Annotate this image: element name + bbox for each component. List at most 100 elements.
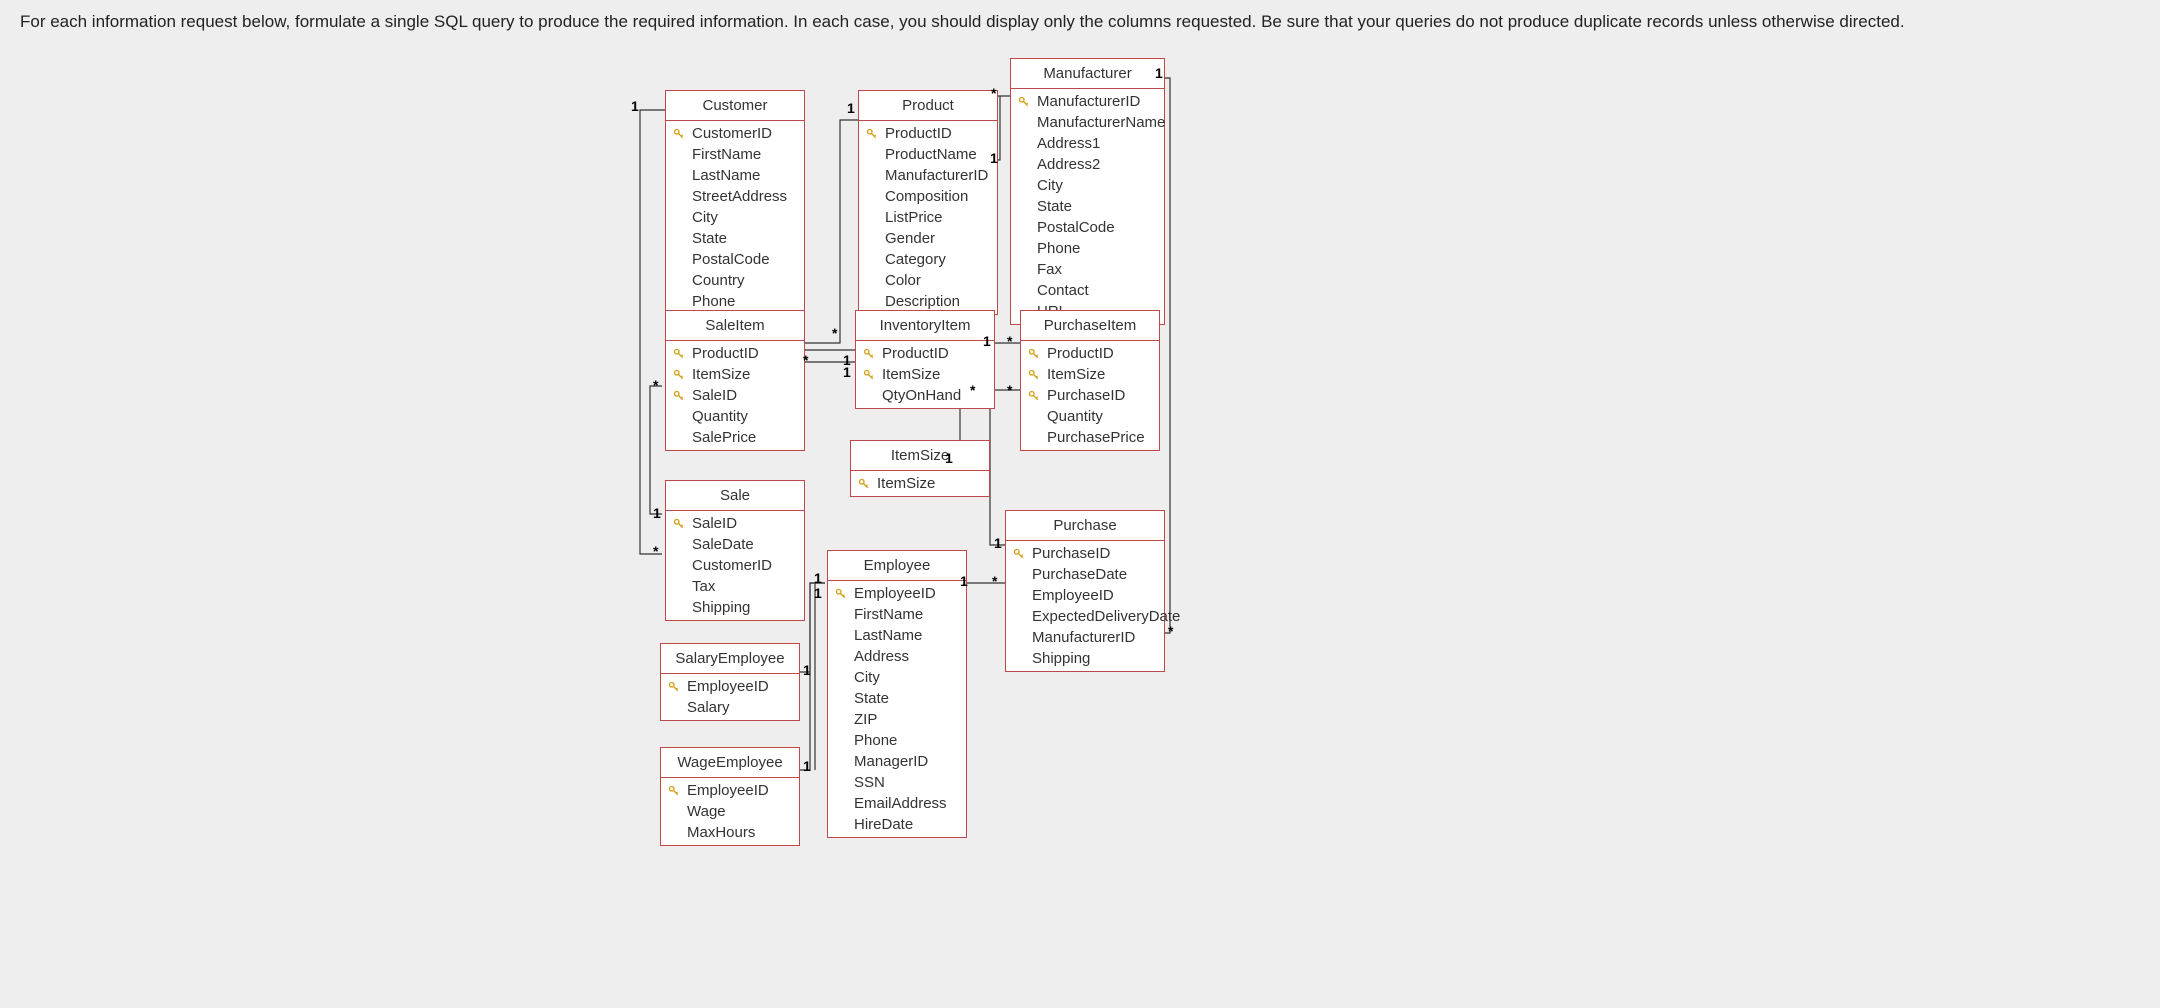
field-row: Quantity [666, 406, 804, 427]
field-name: SaleDate [692, 536, 754, 553]
field-name: EmployeeID [854, 585, 936, 602]
field-name: ProductID [882, 345, 949, 362]
field-row: Salary [661, 697, 799, 718]
field-name: PurchaseID [1032, 545, 1110, 562]
field-name: FirstName [692, 146, 761, 163]
field-name: Phone [1037, 240, 1080, 257]
entity-customer: Customer CustomerIDFirstNameLastNameStre… [665, 90, 805, 315]
field-name: CustomerID [692, 125, 772, 142]
field-name: Address2 [1037, 156, 1100, 173]
cardinality-one: 1 [945, 450, 953, 466]
primary-key-icon [672, 389, 686, 403]
primary-key-icon [1027, 368, 1041, 382]
field-name: SSN [854, 774, 885, 791]
field-name: ItemSize [882, 366, 940, 383]
cardinality-one: 1 [843, 364, 851, 380]
field-name: ItemSize [692, 366, 750, 383]
field-name: Composition [885, 188, 968, 205]
field-name: PostalCode [692, 251, 770, 268]
cardinality-many: * [991, 85, 996, 101]
cardinality-one: 1 [847, 100, 855, 116]
field-name: LastName [692, 167, 760, 184]
field-row: State [828, 688, 966, 709]
entity-manufacturer: Manufacturer ManufacturerIDManufacturerN… [1010, 58, 1165, 325]
field-row: Country [666, 270, 804, 291]
field-row: SaleID [666, 513, 804, 534]
erd-canvas: Customer CustomerIDFirstNameLastNameStre… [0, 0, 2160, 1008]
field-row: Phone [666, 291, 804, 312]
field-row: ExpectedDeliveryDate [1006, 606, 1164, 627]
field-row: Phone [828, 730, 966, 751]
cardinality-many: * [1007, 382, 1012, 398]
cardinality-many: * [970, 382, 975, 398]
field-name: MaxHours [687, 824, 755, 841]
field-row: PurchasePrice [1021, 427, 1159, 448]
field-row: PurchaseID [1006, 543, 1164, 564]
primary-key-icon [667, 680, 681, 694]
field-name: City [854, 669, 880, 686]
field-row: State [666, 228, 804, 249]
entity-wageemployee: WageEmployee EmployeeIDWageMaxHours [660, 747, 800, 846]
field-row: LastName [666, 165, 804, 186]
field-row: Gender [859, 228, 997, 249]
field-row: ProductID [1021, 343, 1159, 364]
entity-title: InventoryItem [856, 311, 994, 341]
primary-key-icon [672, 517, 686, 531]
field-name: ProductName [885, 146, 977, 163]
primary-key-icon [862, 347, 876, 361]
field-row: Contact [1011, 280, 1164, 301]
field-row: EmployeeID [828, 583, 966, 604]
field-name: Country [692, 272, 745, 289]
field-row: StreetAddress [666, 186, 804, 207]
field-name: ManufacturerID [1032, 629, 1135, 646]
field-row: ProductID [859, 123, 997, 144]
cardinality-many: * [803, 352, 808, 368]
field-row: EmployeeID [661, 676, 799, 697]
field-name: EmployeeID [687, 678, 769, 695]
field-name: Shipping [692, 599, 750, 616]
cardinality-one: 1 [994, 535, 1002, 551]
field-row: HireDate [828, 814, 966, 835]
field-row: ItemSize [1021, 364, 1159, 385]
field-name: Gender [885, 230, 935, 247]
primary-key-icon [1027, 347, 1041, 361]
field-name: PostalCode [1037, 219, 1115, 236]
field-row: ProductID [856, 343, 994, 364]
field-name: ManufacturerName [1037, 114, 1165, 131]
field-row: ManufacturerName [1011, 112, 1164, 133]
field-row: Composition [859, 186, 997, 207]
field-name: StreetAddress [692, 188, 787, 205]
entity-fields: ProductID ProductName ManufacturerID Compos… [859, 121, 997, 314]
field-name: Color [885, 272, 921, 289]
field-row: PurchaseDate [1006, 564, 1164, 585]
entity-fields: ProductIDItemSizeSaleIDQuantitySalePrice [666, 341, 804, 450]
field-name: EmailAddress [854, 795, 947, 812]
cardinality-many: * [992, 573, 997, 589]
field-name: EmployeeID [1032, 587, 1114, 604]
entity-fields: SaleIDSaleDateCustomerIDTaxShipping [666, 511, 804, 620]
field-name: Salary [687, 699, 730, 716]
entity-title: Employee [828, 551, 966, 581]
field-row: City [1011, 175, 1164, 196]
field-row: EmailAddress [828, 793, 966, 814]
field-name: SaleID [692, 515, 737, 532]
field-row: ListPrice [859, 207, 997, 228]
cardinality-one: 1 [990, 150, 998, 166]
field-name: ManufacturerID [885, 167, 988, 184]
field-name: Fax [1037, 261, 1062, 278]
field-row: PurchaseID [1021, 385, 1159, 406]
field-row: ManufacturerID [1006, 627, 1164, 648]
field-row: Fax [1011, 259, 1164, 280]
entity-title: PurchaseItem [1021, 311, 1159, 341]
field-name: QtyOnHand [882, 387, 961, 404]
field-name: PurchaseID [1047, 387, 1125, 404]
field-row: Quantity [1021, 406, 1159, 427]
field-name: ZIP [854, 711, 877, 728]
entity-title: Sale [666, 481, 804, 511]
field-name: City [692, 209, 718, 226]
field-row: PostalCode [666, 249, 804, 270]
entity-employee: Employee EmployeeIDFirstNameLastNameAddr… [827, 550, 967, 838]
entity-itemsize: ItemSize ItemSize [850, 440, 990, 497]
entity-purchase: Purchase PurchaseIDPurchaseDateEmployeeI… [1005, 510, 1165, 672]
primary-key-icon [834, 587, 848, 601]
